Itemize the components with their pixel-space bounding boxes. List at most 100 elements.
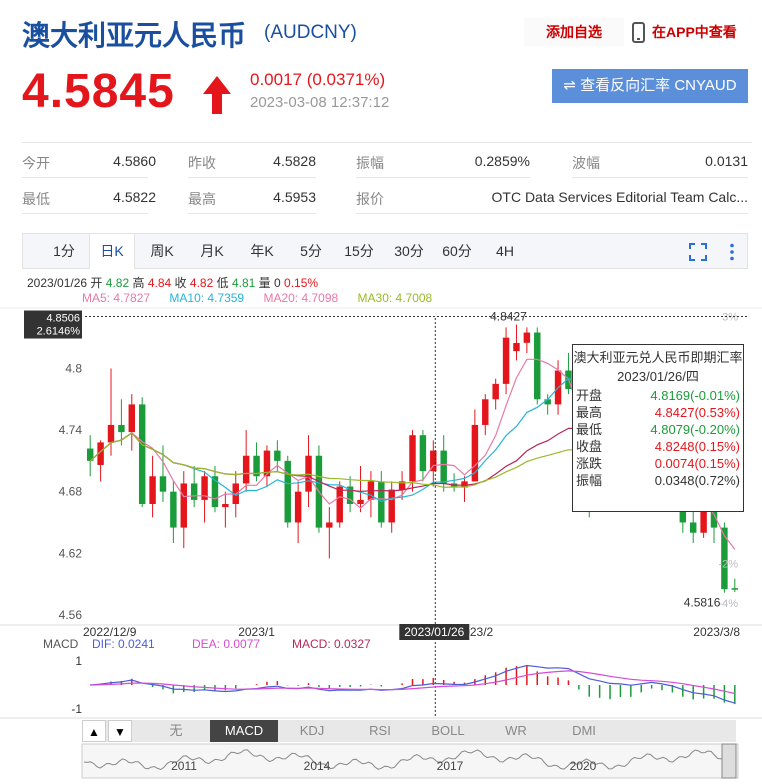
wave-label: 波幅 xyxy=(572,155,600,171)
y-tick-label: 4.74 xyxy=(59,423,83,437)
candle-body xyxy=(336,486,343,523)
quote-source-label: 报价 xyxy=(356,191,384,207)
macd-legend: MACD: 0.0327 xyxy=(292,637,371,651)
tooltip-row: 最低 4.8079(-0.20%) xyxy=(573,421,743,438)
ma10-legend: MA10: 4.7359 xyxy=(169,291,245,305)
pct-tick-label: 3% xyxy=(722,312,738,324)
tooltip-key: 开盘 xyxy=(576,388,603,403)
candle-body xyxy=(274,450,281,461)
navigator-year-label: 2011 xyxy=(171,759,197,773)
fullscreen-icon[interactable] xyxy=(689,243,707,261)
indicator-wr[interactable]: WR xyxy=(482,720,550,742)
scroll-down-icon[interactable]: ▼ xyxy=(108,720,132,742)
candle-info-line: 2023/01/26 开 4.82 高 4.84 收 4.82 低 4.81 量… xyxy=(27,274,318,291)
indicator-dmi[interactable]: DMI xyxy=(550,720,618,742)
more-options-icon[interactable] xyxy=(723,243,741,261)
current-price: 4.5845 xyxy=(22,65,175,118)
tooltip-value: 4.8248(0.15%) xyxy=(654,439,740,454)
candle-body xyxy=(284,460,291,523)
tab-60min[interactable]: 60分 xyxy=(435,234,479,268)
info-date: 2023/01/26 xyxy=(27,276,88,290)
info-close: 4.82 xyxy=(189,276,214,290)
divider xyxy=(356,213,748,214)
candle-body xyxy=(492,383,499,400)
candle-body xyxy=(170,491,177,528)
indicator-macd[interactable]: MACD xyxy=(210,720,278,742)
info-open: 4.82 xyxy=(105,276,130,290)
candle-body xyxy=(502,337,510,384)
tooltip-row: 最高 4.8427(0.53%) xyxy=(573,404,743,421)
tab-5min[interactable]: 5分 xyxy=(289,234,333,268)
high-label: 最高 xyxy=(188,191,216,207)
ma-legend: MA5: 4.7827 MA10: 4.7359 MA20: 4.7098 MA… xyxy=(82,291,448,305)
candle-body xyxy=(149,476,156,504)
indicator-kdj[interactable]: KDJ xyxy=(278,720,346,742)
tab-1min[interactable]: 1分 xyxy=(41,234,87,268)
y-tick-label: 4.56 xyxy=(59,608,83,622)
candle-body xyxy=(326,522,333,528)
indicator-rsi[interactable]: RSI xyxy=(346,720,414,742)
candle-body xyxy=(731,588,739,590)
tab-30min[interactable]: 30分 xyxy=(387,234,431,268)
info-open-label: 开 xyxy=(90,276,103,290)
page-title: 澳大利亚元人民币 xyxy=(22,19,247,52)
price-change: 0.0017 (0.0371%) xyxy=(250,70,386,89)
title-row: 澳大利亚元人民币 (AUDCNY) 添加自选 在APP中查看 xyxy=(22,14,752,54)
tooltip-row: 收盘 4.8248(0.15%) xyxy=(573,438,743,455)
candle-body xyxy=(523,332,531,343)
divider xyxy=(188,213,316,214)
reverse-rate-button[interactable]: ⇌ 查看反向汇率 CNYAUD xyxy=(552,69,748,103)
tab-yearly[interactable]: 年K xyxy=(239,234,285,268)
tooltip-key: 收盘 xyxy=(576,439,603,454)
candle-body xyxy=(513,343,520,352)
tab-weekly[interactable]: 周K xyxy=(139,234,185,268)
macd-legend: DEA: 0.0077 xyxy=(192,637,260,651)
view-in-app-button[interactable]: 在APP中查看 xyxy=(630,18,737,46)
y-tick-label: 4.8 xyxy=(65,361,82,375)
crosshair-price: 4.8506 xyxy=(46,313,80,325)
navigator-year-label: 2020 xyxy=(570,759,597,773)
indicator-none[interactable]: 无 xyxy=(142,720,210,742)
add-favorite-button[interactable]: 添加自选 xyxy=(524,18,624,46)
macd-y-tick: 1 xyxy=(75,654,82,668)
tab-monthly[interactable]: 月K xyxy=(189,234,235,268)
tooltip-row: 振幅 0.0348(0.72%) xyxy=(573,472,743,489)
quote-source-value: OTC Data Services Editorial Team Calc... xyxy=(491,189,749,205)
prev-close-value: 4.5828 xyxy=(273,153,316,169)
info-high-label: 高 xyxy=(132,276,145,290)
view-in-app-label: 在APP中查看 xyxy=(652,24,737,40)
symbol-code: (AUDCNY) xyxy=(264,22,357,43)
crosshair-pct: 2.6146% xyxy=(37,326,81,338)
ma20-legend: MA20: 4.7098 xyxy=(263,291,339,305)
info-low: 4.81 xyxy=(231,276,256,290)
scroll-up-icon[interactable]: ▲ xyxy=(82,720,106,742)
tooltip-value: 4.8169(-0.01%) xyxy=(650,388,740,403)
open-label: 今开 xyxy=(22,155,50,171)
tooltip-key: 最高 xyxy=(576,405,603,420)
info-pct: 0.15% xyxy=(284,276,319,290)
info-close-label: 收 xyxy=(174,276,187,290)
tooltip-value: 4.8079(-0.20%) xyxy=(650,422,740,437)
tab-4h[interactable]: 4H xyxy=(485,234,525,268)
up-arrow-icon xyxy=(203,76,231,114)
ma30-legend: MA30: 4.7008 xyxy=(357,291,433,305)
macd-y-tick: -1 xyxy=(71,702,82,716)
indicator-boll[interactable]: BOLL xyxy=(414,720,482,742)
candle-body xyxy=(222,503,229,508)
divider xyxy=(22,213,148,214)
tooltip-key: 涨跌 xyxy=(576,456,603,471)
info-vol-label: 量 xyxy=(258,276,271,290)
crosshair-date: 2023/01/26 xyxy=(404,625,464,639)
candle-body xyxy=(190,483,198,500)
phone-icon xyxy=(632,22,645,43)
open-value: 4.5860 xyxy=(113,153,156,169)
tooltip-date: 2023/01/26/四 xyxy=(617,369,699,384)
tab-daily[interactable]: 日K xyxy=(89,234,135,269)
candle-body xyxy=(107,424,115,443)
tab-15min[interactable]: 15分 xyxy=(337,234,381,268)
candle-body xyxy=(159,476,167,492)
candle-body xyxy=(419,435,427,472)
ma5-legend: MA5: 4.7827 xyxy=(82,291,151,305)
candle-body xyxy=(689,522,697,533)
navigator-handle xyxy=(721,743,737,779)
